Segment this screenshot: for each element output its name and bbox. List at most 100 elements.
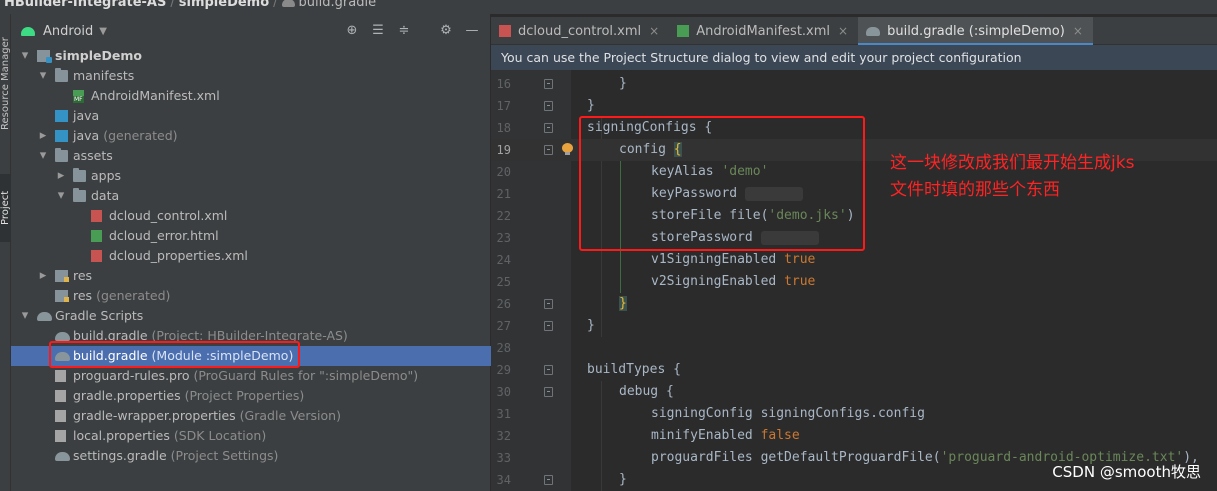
fold-marker-icon[interactable] (544, 123, 553, 133)
fold-marker-icon[interactable] (544, 365, 553, 375)
tree-item[interactable]: proguard-rules.pro (ProGuard Rules for "… (11, 366, 491, 386)
tree-item-hint: (generated) (103, 128, 178, 143)
tree-item-label: dcloud_error.html (109, 226, 219, 246)
fold-marker-icon[interactable] (544, 321, 553, 331)
tree-item[interactable]: ▾ assets (11, 146, 491, 166)
collapse-all-icon[interactable]: ≑ (396, 22, 412, 38)
fold-marker-icon[interactable] (544, 387, 553, 397)
hide-panel-icon[interactable]: — (464, 22, 480, 38)
tree-item[interactable]: dcloud_control.xml (11, 206, 491, 226)
tree-item[interactable]: gradle.properties (Project Properties) (11, 386, 491, 406)
annotation-highlight-box (579, 116, 865, 251)
tree-item-name: manifests (73, 68, 135, 83)
project-tool-tab[interactable]: Project (0, 174, 11, 242)
line-number: 30 (496, 385, 511, 399)
fold-marker-icon[interactable] (544, 145, 553, 155)
code-line[interactable]: 29 buildTypes { (491, 359, 1217, 381)
breadcrumb-module[interactable]: simpleDemo (179, 0, 269, 10)
tree-item[interactable]: ▾ simpleDemo (11, 46, 491, 66)
chevron-down-icon[interactable]: ▾ (19, 306, 31, 326)
xml-file-icon (91, 210, 102, 222)
code-text: v1SigningEnabled true (651, 249, 815, 271)
tree-item-label: dcloud_properties.xml (109, 246, 248, 266)
chevron-down-icon[interactable]: ▾ (37, 146, 49, 166)
code-line[interactable]: 24 v1SigningEnabled true (491, 249, 1217, 271)
close-icon[interactable]: × (649, 24, 659, 38)
code-line[interactable]: 17} (491, 95, 1217, 117)
tree-item-label: dcloud_control.xml (109, 206, 227, 226)
breadcrumb-project[interactable]: HBuilder-Integrate-AS (4, 0, 166, 10)
chevron-down-icon: ▼ (99, 25, 107, 37)
line-number: 16 (496, 77, 511, 91)
code-line[interactable]: 30 debug { (491, 381, 1217, 403)
project-panel: Android ▼ ⊕ ☰ ≑ ⚙ — ▾ simpleDemo ▾ manifest… (11, 14, 491, 491)
code-text: minifyEnabled false (651, 425, 800, 447)
tree-item[interactable]: dcloud_error.html (11, 226, 491, 246)
tree-item[interactable]: settings.gradle (Project Settings) (11, 446, 491, 466)
tree-item-name: AndroidManifest.xml (91, 88, 220, 103)
code-token: } (619, 472, 627, 487)
annotation-line: 这一块修改成我们最开始生成jks (890, 153, 1135, 173)
tree-item[interactable]: ▸ res (11, 266, 491, 286)
tree-item[interactable]: AndroidManifest.xml (11, 86, 491, 106)
chevron-down-icon[interactable]: ▾ (19, 46, 31, 66)
android-icon (21, 26, 35, 36)
breadcrumb-file[interactable]: build.gradle (299, 0, 377, 10)
project-view-selector[interactable]: Android ▼ (21, 24, 107, 39)
editor-tab[interactable]: AndroidManifest.xml × (669, 17, 858, 45)
tree-item[interactable]: ▾ Gradle Scripts (11, 306, 491, 326)
tree-item[interactable]: java (11, 106, 491, 126)
tree-item-name: gradle-wrapper.properties (73, 408, 236, 423)
fold-marker-icon[interactable] (544, 79, 553, 89)
project-panel-toolbar: ⊕ ☰ ≑ ⚙ — (344, 22, 480, 38)
tree-item[interactable]: dcloud_properties.xml (11, 246, 491, 266)
tree-item[interactable]: local.properties (SDK Location) (11, 426, 491, 446)
close-icon[interactable]: × (838, 24, 848, 38)
tree-item[interactable]: ▾ manifests (11, 66, 491, 86)
chevron-down-icon[interactable]: ▾ (55, 186, 67, 206)
line-number: 25 (496, 275, 511, 289)
intention-bulb-icon[interactable] (562, 143, 573, 156)
chevron-right-icon[interactable]: ▸ (55, 166, 67, 186)
code-text: } (587, 315, 595, 337)
project-structure-notice[interactable]: You can use the Project Structure dialog… (491, 45, 1217, 70)
tree-item-label: java (73, 106, 99, 126)
code-line[interactable]: 26} (491, 293, 1217, 315)
fold-marker-icon[interactable] (544, 101, 553, 111)
code-line[interactable]: 25 v2SigningEnabled true (491, 271, 1217, 293)
resource-manager-tool-tab[interactable]: Resource Manager (0, 28, 11, 140)
fold-marker-icon[interactable] (544, 299, 553, 309)
chevron-right-icon[interactable]: ▸ (37, 266, 49, 286)
fold-marker-icon[interactable] (544, 475, 553, 485)
code-line[interactable]: 27} (491, 315, 1217, 337)
code-line[interactable]: 32 minifyEnabled false (491, 425, 1217, 447)
gear-icon[interactable]: ⚙ (438, 22, 454, 38)
line-number: 19 (496, 143, 511, 157)
tree-item[interactable]: res (generated) (11, 286, 491, 306)
line-number: 18 (496, 121, 511, 135)
expand-all-icon[interactable]: ☰ (370, 22, 386, 38)
line-number: 17 (496, 99, 511, 113)
line-number: 22 (496, 209, 511, 223)
xml-file-icon (91, 250, 102, 262)
chevron-right-icon[interactable]: ▸ (37, 126, 49, 146)
tree-item-name: assets (73, 148, 113, 163)
tree-item[interactable]: ▸ java (generated) (11, 126, 491, 146)
tree-item-name: dcloud_properties.xml (109, 248, 248, 263)
editor-tab[interactable]: dcloud_control.xml × (491, 17, 669, 45)
editor-tab[interactable]: build.gradle (:simpleDemo) × (858, 17, 1093, 46)
code-line[interactable]: 16} (491, 73, 1217, 95)
tree-item[interactable]: ▾ data (11, 186, 491, 206)
tree-item-label: Gradle Scripts (55, 306, 143, 326)
chevron-down-icon[interactable]: ▾ (37, 66, 49, 86)
tree-item-label: gradle-wrapper.properties (Gradle Versio… (73, 406, 341, 426)
code-line[interactable]: 31 signingConfig signingConfigs.config (491, 403, 1217, 425)
code-line[interactable]: 28 (491, 337, 1217, 359)
tree-item-label: AndroidManifest.xml (91, 86, 220, 106)
close-icon[interactable]: × (1073, 24, 1083, 38)
tree-item[interactable]: gradle-wrapper.properties (Gradle Versio… (11, 406, 491, 426)
tree-item[interactable]: ▸ apps (11, 166, 491, 186)
html-file-icon (91, 230, 102, 242)
tree-item-name: simpleDemo (55, 48, 142, 63)
locate-file-icon[interactable]: ⊕ (344, 22, 360, 38)
